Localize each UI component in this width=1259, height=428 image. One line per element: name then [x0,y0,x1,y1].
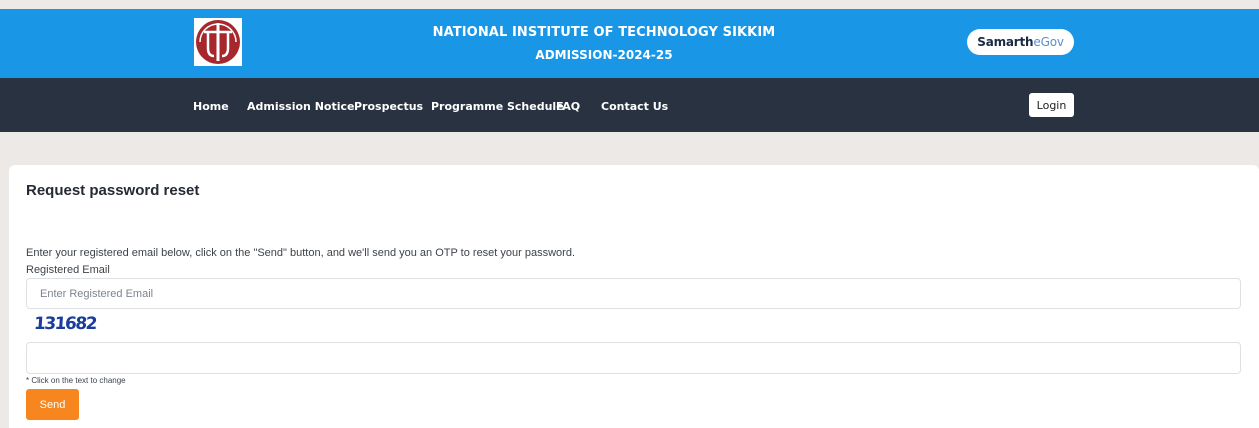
nav-admission-notice[interactable]: Admission Notice [247,100,354,113]
admission-title: ADMISSION-2024-25 [535,48,673,62]
nav-contact-us[interactable]: Contact Us [601,100,668,113]
brand-part1: Samarth [977,35,1034,49]
login-button[interactable]: Login [1029,93,1074,117]
send-button[interactable]: Send [26,389,79,420]
main-navbar: Home Admission Notice Prospectus Program… [0,78,1259,132]
instructions-text: Enter your registered email below, click… [26,247,576,259]
password-reset-card: Request password reset Enter your regist… [9,165,1259,428]
nav-prospectus[interactable]: Prospectus [354,100,423,113]
nit-sikkim-logo-icon [194,18,242,66]
nav-faq[interactable]: FAQ [556,100,580,113]
institute-name: NATIONAL INSTITUTE OF TECHNOLOGY SIKKIM [432,25,776,40]
nav-home[interactable]: Home [193,100,229,113]
captcha-image[interactable]: 131682 [33,314,96,334]
brand-part2: eGov [1033,35,1064,49]
email-input[interactable] [26,278,1241,309]
nav-programme-schedule[interactable]: Programme Schedule [431,100,564,113]
captcha-hint: * Click on the text to change [26,376,126,385]
email-label: Registered Email [26,264,110,276]
page-title: Request password reset [26,182,200,199]
site-header: NATIONAL INSTITUTE OF TECHNOLOGY SIKKIM … [0,9,1259,78]
samarth-egov-badge[interactable]: Samarth eGov [967,29,1074,55]
captcha-input[interactable] [26,342,1241,374]
